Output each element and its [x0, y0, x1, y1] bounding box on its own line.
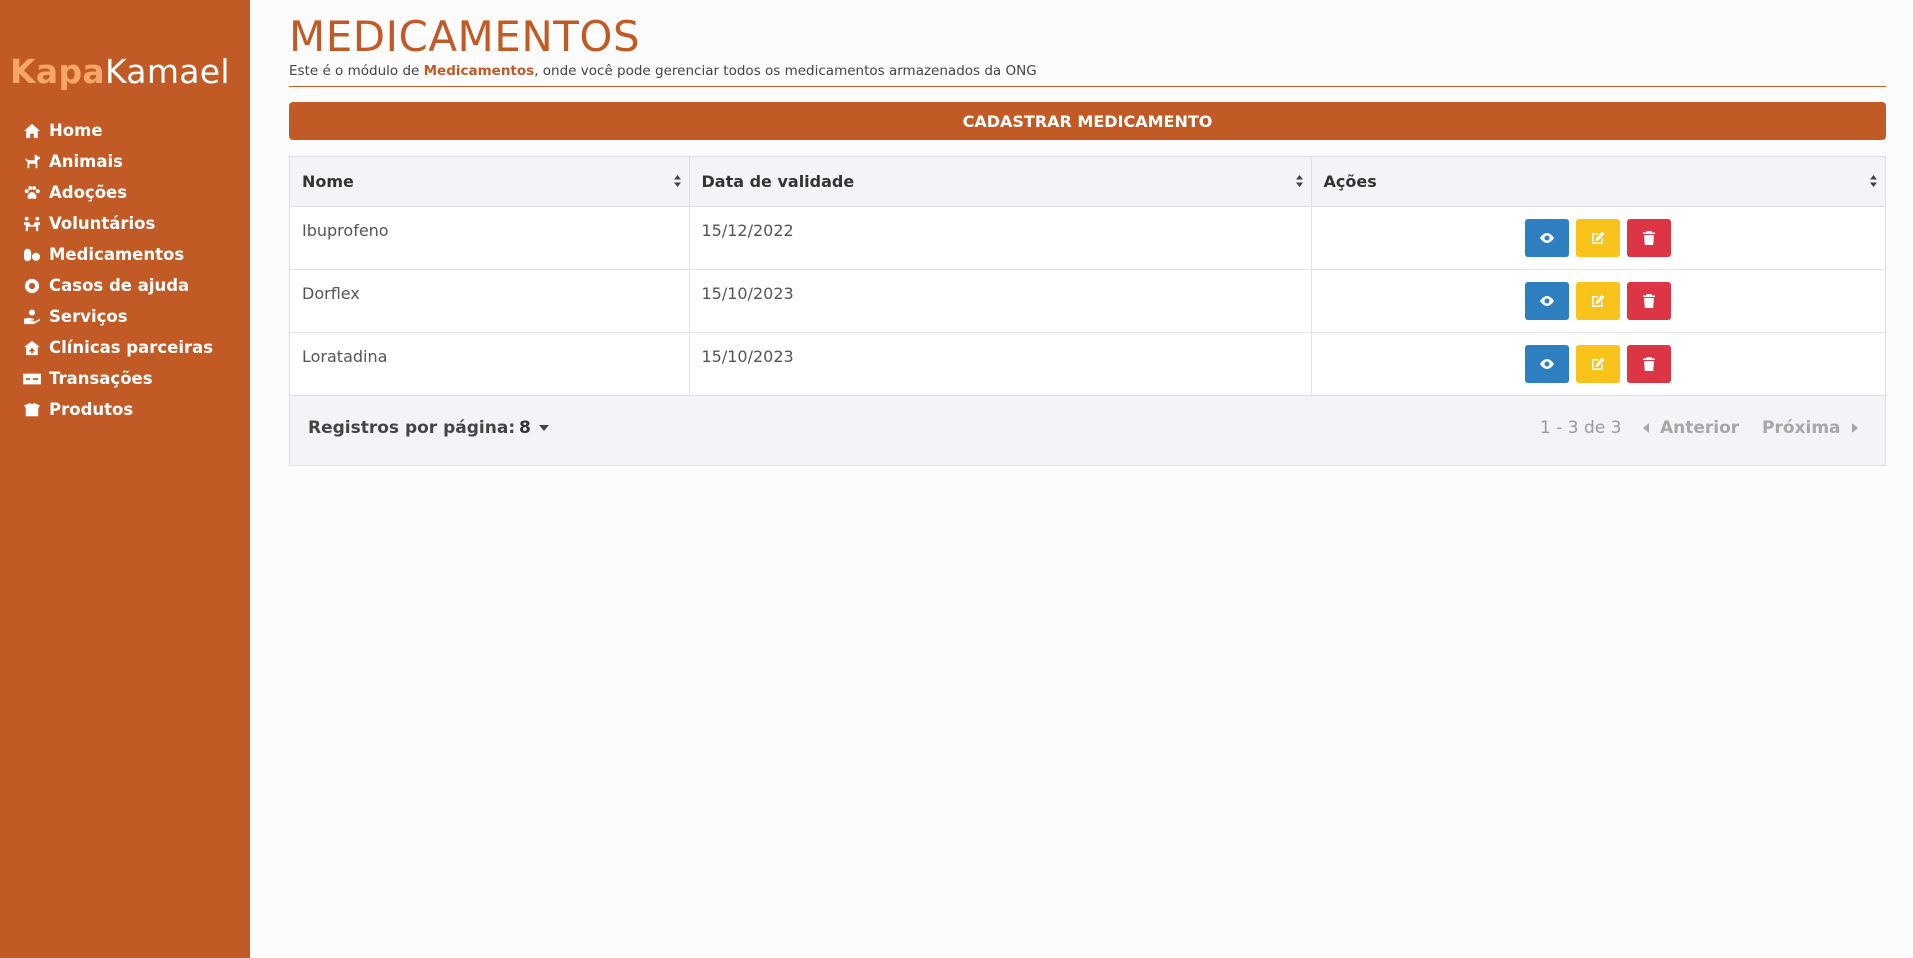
delete-button[interactable] [1627, 281, 1672, 320]
sort-icon [673, 175, 681, 187]
sidebar-item-label: Voluntários [49, 214, 156, 233]
sidebar-item-label: Clínicas parceiras [49, 338, 214, 357]
column-header-label: Data de validade [701, 171, 855, 191]
lifebuoy-icon [21, 277, 43, 295]
column-header-acoes[interactable]: Ações [1311, 157, 1885, 207]
column-header-data-de-validade[interactable]: Data de validade [689, 157, 1312, 207]
edit-icon [1592, 231, 1605, 244]
trash-icon [1643, 293, 1656, 308]
edit-button[interactable] [1576, 281, 1621, 320]
add-medication-button[interactable]: CADASTRAR MEDICAMENTO [289, 102, 1886, 140]
sidebar-item-home[interactable]: Home [21, 115, 213, 146]
cell-validade: 15/10/2023 [689, 332, 1312, 396]
brand-part2: Kamael [104, 52, 230, 91]
brand-part1: Kapa [10, 52, 105, 91]
eye-icon [1540, 295, 1555, 306]
cell-nome: Ibuprofeno [290, 206, 690, 270]
sidebar-item-label: Medicamentos [49, 245, 185, 264]
brand-logo[interactable]: KapaKamael [10, 52, 230, 91]
chevron-left-icon [1643, 423, 1649, 433]
cell-nome: Loratadina [290, 332, 690, 396]
sidebar-nav: Home Animais Adoções Voluntários Medicam… [21, 115, 213, 425]
cell-nome: Dorflex [290, 269, 690, 333]
cell-validade: 15/10/2023 [689, 269, 1312, 333]
table-row: Dorflex 15/10/2023 [290, 269, 1885, 333]
next-page-button[interactable]: Próxima [1762, 418, 1858, 438]
table-pagination: Registros por página: 8 1 - 3 de 3 Anter… [290, 395, 1885, 465]
edit-icon [1592, 357, 1605, 370]
sort-icon [1295, 175, 1303, 187]
column-header-label: Nome [302, 171, 354, 191]
home-icon [21, 122, 43, 140]
sidebar-item-servicos[interactable]: Serviços [21, 301, 213, 332]
pagination-range: 1 - 3 de 3 [1540, 418, 1622, 438]
sidebar-item-clinicas-parceiras[interactable]: Clínicas parceiras [21, 332, 213, 363]
hand-holding-icon [21, 308, 43, 326]
edit-button[interactable] [1576, 218, 1621, 257]
sidebar-item-casos-de-ajuda[interactable]: Casos de ajuda [21, 270, 213, 301]
previous-page-label: Anterior [1660, 418, 1740, 438]
pills-icon [21, 246, 43, 264]
sidebar-item-label: Adoções [49, 183, 128, 202]
edit-icon [1592, 294, 1605, 307]
view-button[interactable] [1525, 281, 1570, 320]
box-icon [21, 401, 43, 419]
sidebar-item-label: Animais [49, 152, 123, 171]
next-page-label: Próxima [1762, 418, 1841, 438]
sidebar-item-label: Serviços [49, 307, 128, 326]
edit-button[interactable] [1576, 344, 1621, 383]
table-row: Ibuprofeno 15/12/2022 [290, 206, 1885, 270]
column-header-label: Ações [1323, 171, 1377, 191]
table-row: Loratadina 15/10/2023 [290, 332, 1885, 396]
medications-table: Nome Data de validade Ações Ibuprofeno 1… [289, 156, 1886, 466]
sidebar: KapaKamael Home Animais Adoções Voluntár… [0, 0, 250, 958]
rows-per-page-label: Registros por página: [308, 418, 516, 438]
eye-icon [1540, 358, 1555, 369]
view-button[interactable] [1525, 344, 1570, 383]
page-subtitle: Este é o módulo de Medicamentos, onde vo… [289, 63, 1037, 79]
money-icon [21, 370, 43, 388]
sidebar-item-produtos[interactable]: Produtos [21, 394, 213, 425]
dog-icon [21, 153, 43, 171]
caret-down-icon [538, 425, 549, 431]
subtitle-highlight: Medicamentos [423, 63, 535, 79]
eye-icon [1540, 232, 1555, 243]
view-button[interactable] [1525, 218, 1570, 257]
people-icon [21, 215, 43, 233]
sidebar-item-label: Home [49, 121, 103, 140]
page-title: MEDICAMENTOS [289, 12, 641, 61]
rows-per-page-select[interactable]: 8 [519, 418, 549, 438]
sidebar-item-transacoes[interactable]: Transações [21, 363, 213, 394]
cell-validade: 15/12/2022 [689, 206, 1312, 270]
cell-actions [1311, 206, 1885, 270]
sidebar-item-animais[interactable]: Animais [21, 146, 213, 177]
clinic-icon [21, 339, 43, 357]
previous-page-button[interactable]: Anterior [1643, 418, 1739, 438]
table-header-row: Nome Data de validade Ações [290, 157, 1885, 207]
cell-actions [1311, 332, 1885, 396]
sidebar-item-label: Transações [49, 369, 153, 388]
subtitle-prefix: Este é o módulo de [289, 63, 424, 79]
sidebar-item-voluntarios[interactable]: Voluntários [21, 208, 213, 239]
trash-icon [1643, 356, 1656, 371]
sidebar-item-label: Casos de ajuda [49, 276, 190, 295]
rows-per-page-value: 8 [519, 418, 531, 438]
cell-actions [1311, 269, 1885, 333]
sidebar-item-label: Produtos [49, 400, 134, 419]
trash-icon [1643, 230, 1656, 245]
sidebar-item-medicamentos[interactable]: Medicamentos [21, 239, 213, 270]
subtitle-suffix: , onde você pode gerenciar todos os medi… [534, 63, 1037, 79]
delete-button[interactable] [1627, 344, 1672, 383]
sidebar-item-adocoes[interactable]: Adoções [21, 177, 213, 208]
chevron-right-icon [1851, 423, 1858, 433]
paw-icon [21, 184, 43, 202]
delete-button[interactable] [1627, 218, 1672, 257]
column-header-nome[interactable]: Nome [290, 157, 690, 207]
sort-icon [1870, 175, 1877, 187]
header-divider [289, 86, 1886, 87]
